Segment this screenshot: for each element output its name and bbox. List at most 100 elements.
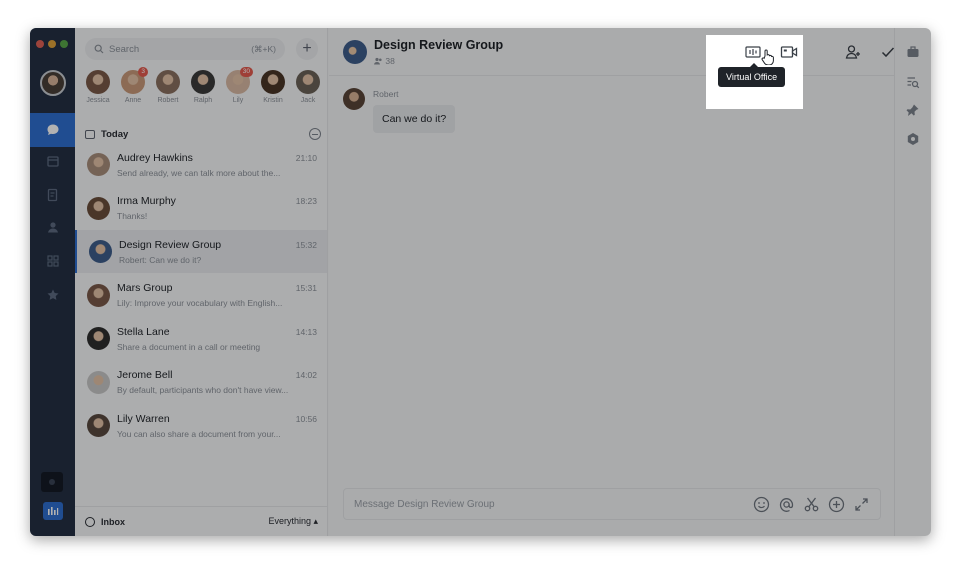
conversation-name: Design Review Group (119, 238, 222, 251)
nav-analytics[interactable] (43, 502, 63, 520)
message-bubble[interactable]: Can we do it? (373, 105, 456, 133)
mention-icon[interactable] (778, 496, 795, 513)
recent-contacts: Jessica Anne 3 Robert Ralph Lily 30 Kristin Jack (83, 67, 323, 104)
conversation-time: 18:23 (295, 196, 317, 206)
nav-favorites[interactable] (30, 278, 75, 312)
nav-calendar[interactable] (30, 144, 75, 178)
window-controls (36, 40, 68, 48)
conversation-item[interactable]: Irma Murphy 18:23 Thanks! (75, 187, 327, 230)
search-input[interactable]: Search (⌘+K) (85, 38, 285, 60)
contact-name: Ralph (193, 97, 213, 104)
contact-avatar (296, 70, 320, 94)
conversation-preview: You can also share a document from your.… (117, 428, 281, 439)
message-composer[interactable]: Message Design Review Group (343, 488, 881, 520)
search-shortcut: (⌘+K) (251, 43, 276, 54)
unread-badge: 3 (138, 67, 148, 77)
conversation-preview: Send already, we can talk more about the… (117, 167, 281, 178)
contact-avatar (156, 70, 180, 94)
contact-name: Lily (232, 97, 244, 104)
message-avatar[interactable] (343, 88, 365, 110)
conversation-time: 15:31 (295, 283, 317, 293)
scissors-icon[interactable] (803, 496, 820, 513)
conversation-preview: Lily: Improve your vocabulary with Engli… (117, 298, 283, 308)
composer-tools (753, 496, 870, 513)
contact-jessica[interactable]: Jessica (83, 70, 113, 104)
spotlight-highlight: Virtual Office (706, 35, 803, 109)
nav-contacts[interactable] (30, 210, 75, 244)
contact-anne[interactable]: Anne 3 (118, 67, 148, 104)
conversation-item[interactable]: Jerome Bell 14:02 By default, participants… (75, 361, 327, 404)
app-icon (49, 479, 55, 485)
close-window-button[interactable] (36, 40, 44, 48)
search-icon (94, 44, 104, 54)
contact-kristin[interactable]: Kristin (258, 70, 288, 104)
conversation-name: Mars Group (117, 282, 173, 294)
contact-lily[interactable]: Lily 30 (223, 67, 253, 104)
conversation-avatar (87, 153, 110, 176)
right-toolbar (894, 28, 931, 536)
conversation-time: 21:10 (295, 152, 317, 163)
nav-apps[interactable] (30, 244, 75, 278)
star-icon (47, 289, 58, 300)
composer-placeholder: Message Design Review Group (354, 498, 495, 510)
contact-name: Jessica (86, 97, 110, 104)
conversation-item[interactable]: Design Review Group 15:32 Robert: Can we d… (75, 230, 327, 273)
add-attachment-icon[interactable] (828, 496, 845, 513)
message-author: Robert (373, 89, 399, 99)
chat-panel: Design Review Group 38 Robert Can we do … (329, 28, 895, 536)
search-list-icon[interactable] (906, 75, 920, 89)
virtual-office-icon[interactable] (744, 43, 762, 61)
add-member-icon[interactable] (845, 44, 861, 60)
section-title: Today (101, 128, 129, 140)
calendar-icon (85, 129, 95, 139)
conversation-avatar (87, 283, 110, 307)
expand-icon[interactable] (853, 496, 870, 513)
search-placeholder: Search (109, 43, 140, 55)
contact-name: Robert (157, 97, 179, 104)
briefcase-icon[interactable] (906, 45, 920, 59)
chat-bubble-icon (47, 124, 58, 135)
nav-chat[interactable] (30, 113, 75, 147)
zoom-window-button[interactable] (60, 40, 68, 48)
conversation-item[interactable]: Audrey Hawkins 21:10 Send already, we can … (75, 143, 327, 186)
group-avatar[interactable] (343, 40, 367, 64)
conversation-name: Audrey Hawkins (117, 151, 193, 164)
contact-robert[interactable]: Robert (153, 70, 183, 104)
collapse-section-icon[interactable] (309, 128, 321, 140)
contact-ralph[interactable]: Ralph (188, 70, 218, 104)
contact-jack[interactable]: Jack (293, 70, 323, 104)
apps-grid-icon (46, 255, 59, 267)
nav-extra-app[interactable] (41, 472, 63, 492)
conversation-item[interactable]: Stella Lane 14:13 Share a document in a ca… (75, 317, 327, 360)
video-call-icon[interactable] (780, 43, 798, 61)
contact-name: Kristin (263, 97, 283, 104)
nav-rail (30, 28, 75, 536)
unread-badge: 30 (239, 67, 253, 77)
chat-title[interactable]: Design Review Group (374, 38, 503, 52)
conversation-avatar (87, 414, 110, 437)
hand-cursor-icon (761, 49, 774, 65)
conversation-name: Irma Murphy (117, 195, 176, 207)
conversation-list-panel: Search (⌘+K) + Jessica Anne 3 Robert Ralph Li… (75, 28, 328, 536)
conversation-item[interactable]: Lily Warren 10:56 You can also share a doc… (75, 404, 327, 447)
new-chat-button[interactable]: + (296, 38, 318, 60)
conversation-time: 14:02 (295, 370, 317, 380)
settings-icon[interactable] (906, 132, 920, 146)
filter-dropdown[interactable]: Everything ▴ (268, 516, 318, 527)
contact-avatar (191, 70, 215, 94)
contact-name: Jack (300, 97, 316, 104)
pin-icon[interactable] (906, 103, 920, 117)
inbox-label[interactable]: Inbox (101, 517, 125, 527)
user-avatar[interactable] (40, 70, 66, 96)
minimize-window-button[interactable] (48, 40, 56, 48)
conversation-time: 15:32 (295, 239, 317, 250)
nav-docs[interactable] (30, 178, 75, 212)
conversation-avatar (87, 327, 110, 350)
document-edit-icon (47, 188, 57, 202)
emoji-icon[interactable] (753, 496, 770, 513)
conversation-item[interactable]: Mars Group 15:31 Lily: Improve your vocabu… (75, 274, 327, 317)
contact-avatar (261, 70, 285, 94)
conversation-name: Stella Lane (117, 325, 170, 338)
member-count[interactable]: 38 (374, 56, 395, 66)
conversation-preview: Robert: Can we do it? (119, 254, 202, 265)
